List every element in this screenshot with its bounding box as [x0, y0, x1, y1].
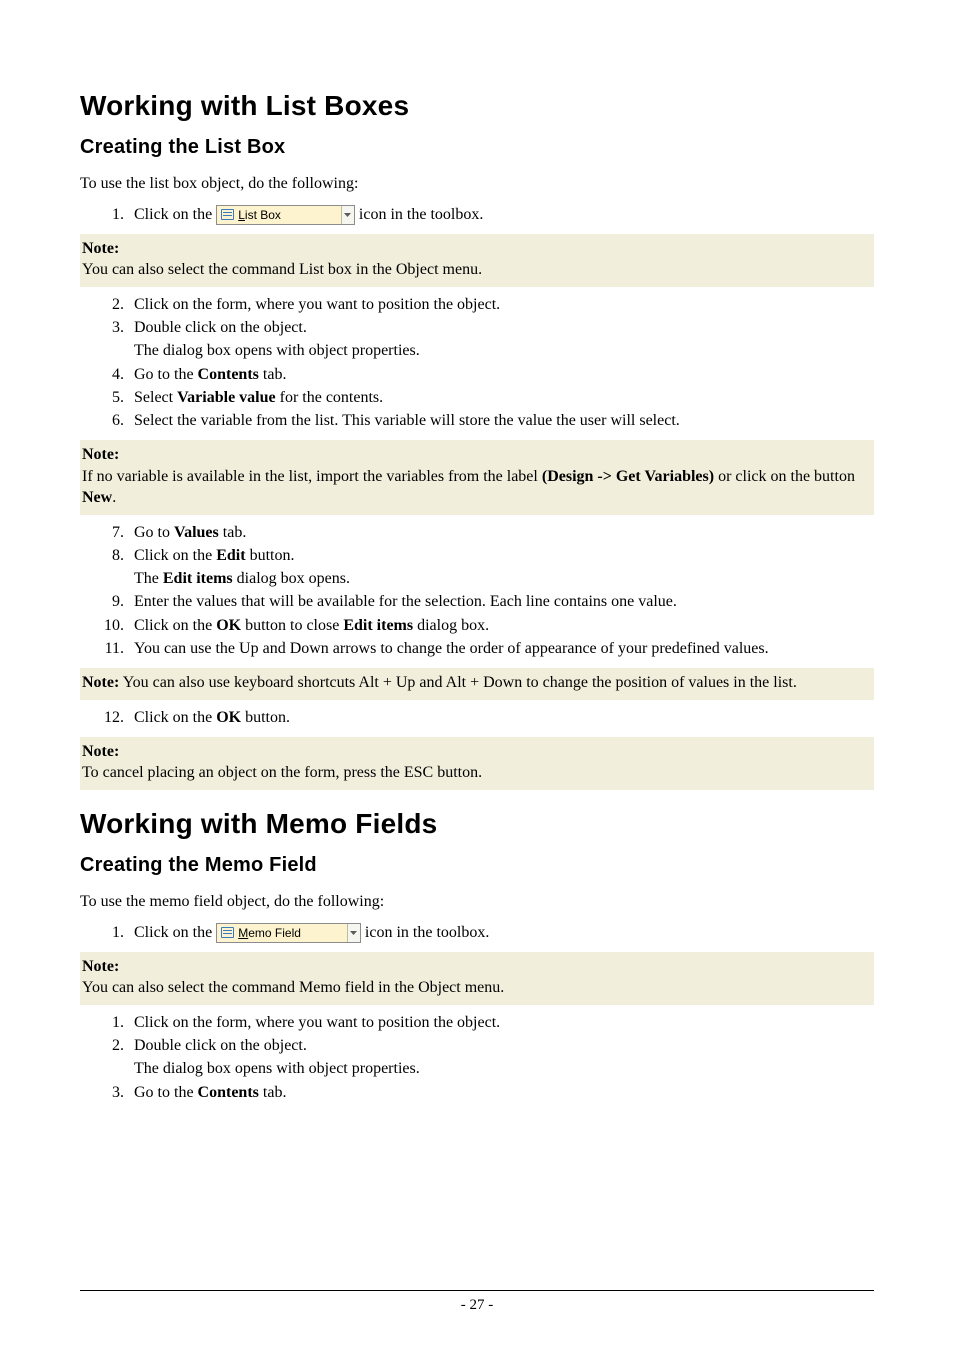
list-box-step-4: Go to the Contents tab.: [128, 363, 874, 386]
list-box-step-9: Enter the values that will be available …: [128, 590, 874, 613]
list-box-step-1: Click on the List Box icon in the toolbo…: [128, 203, 874, 226]
list-box-step-8: Click on the Edit button. The Edit items…: [128, 544, 874, 590]
memo-step-list-3: Go to the Contents tab.: [128, 1081, 874, 1104]
page-footer: - 27 -: [80, 1290, 874, 1314]
note-label: Note:: [82, 446, 119, 463]
note-block: Note: To cancel placing an object on the…: [80, 737, 874, 790]
note-text: If no variable is available in the list,…: [82, 468, 855, 507]
note-block: Note: You can also select the command Me…: [80, 952, 874, 1005]
list-box-step-7: Go to Values tab.: [128, 521, 874, 544]
subheading-creating-list-box: Creating the List Box: [80, 136, 874, 159]
note-label: Note:: [82, 958, 119, 975]
memo-intro: To use the memo field object, do the fol…: [80, 891, 874, 913]
list-box-step-6: Select the variable from the list. This …: [128, 409, 874, 432]
note-text: Note: You can also use keyboard shortcut…: [82, 674, 797, 691]
page-content: Working with List Boxes Creating the Lis…: [0, 0, 954, 1350]
list-box-button-label: List Box: [238, 206, 281, 224]
list-box-step-12: Click on the OK button.: [128, 706, 874, 729]
footer-rule: [80, 1290, 874, 1291]
list-box-toolbar-button[interactable]: List Box: [216, 205, 355, 225]
note-text: You can also select the command List box…: [82, 261, 482, 278]
memo-field-button-label: Memo Field: [238, 924, 301, 942]
list-box-step-10: Click on the OK button to close Edit ite…: [128, 614, 874, 637]
note-text: To cancel placing an object on the form,…: [82, 764, 482, 781]
memo-field-toolbar-button[interactable]: Memo Field: [216, 923, 361, 943]
list-box-step-5: Select Variable value for the contents.: [128, 386, 874, 409]
list-box-step-2: Click on the form, where you want to pos…: [128, 293, 874, 316]
list-box-intro: To use the list box object, do the follo…: [80, 173, 874, 195]
note-text: You can also select the command Memo fie…: [82, 979, 504, 996]
heading-list-boxes: Working with List Boxes: [80, 90, 874, 122]
note-label: Note:: [82, 240, 119, 257]
note-label: Note:: [82, 743, 119, 760]
memo-step-1: Click on the Memo Field icon in the tool…: [128, 921, 874, 944]
note-block: Note: If no variable is available in the…: [80, 440, 874, 515]
note-block: Note: You can also select the command Li…: [80, 234, 874, 287]
listbox-icon: [221, 209, 234, 220]
list-box-step-3: Double click on the object. The dialog b…: [128, 316, 874, 362]
memofield-icon: [221, 927, 234, 938]
dropdown-arrow-icon[interactable]: [348, 924, 360, 942]
memo-step-list-2: Double click on the object. The dialog b…: [128, 1034, 874, 1080]
note-block: Note: You can also use keyboard shortcut…: [80, 668, 874, 700]
subheading-creating-memo-field: Creating the Memo Field: [80, 854, 874, 877]
memo-step-list-1: Click on the form, where you want to pos…: [128, 1011, 874, 1034]
heading-memo-fields: Working with Memo Fields: [80, 808, 874, 840]
list-box-step-11: You can use the Up and Down arrows to ch…: [128, 637, 874, 660]
page-number: - 27 -: [80, 1297, 874, 1314]
dropdown-arrow-icon[interactable]: [342, 206, 354, 224]
